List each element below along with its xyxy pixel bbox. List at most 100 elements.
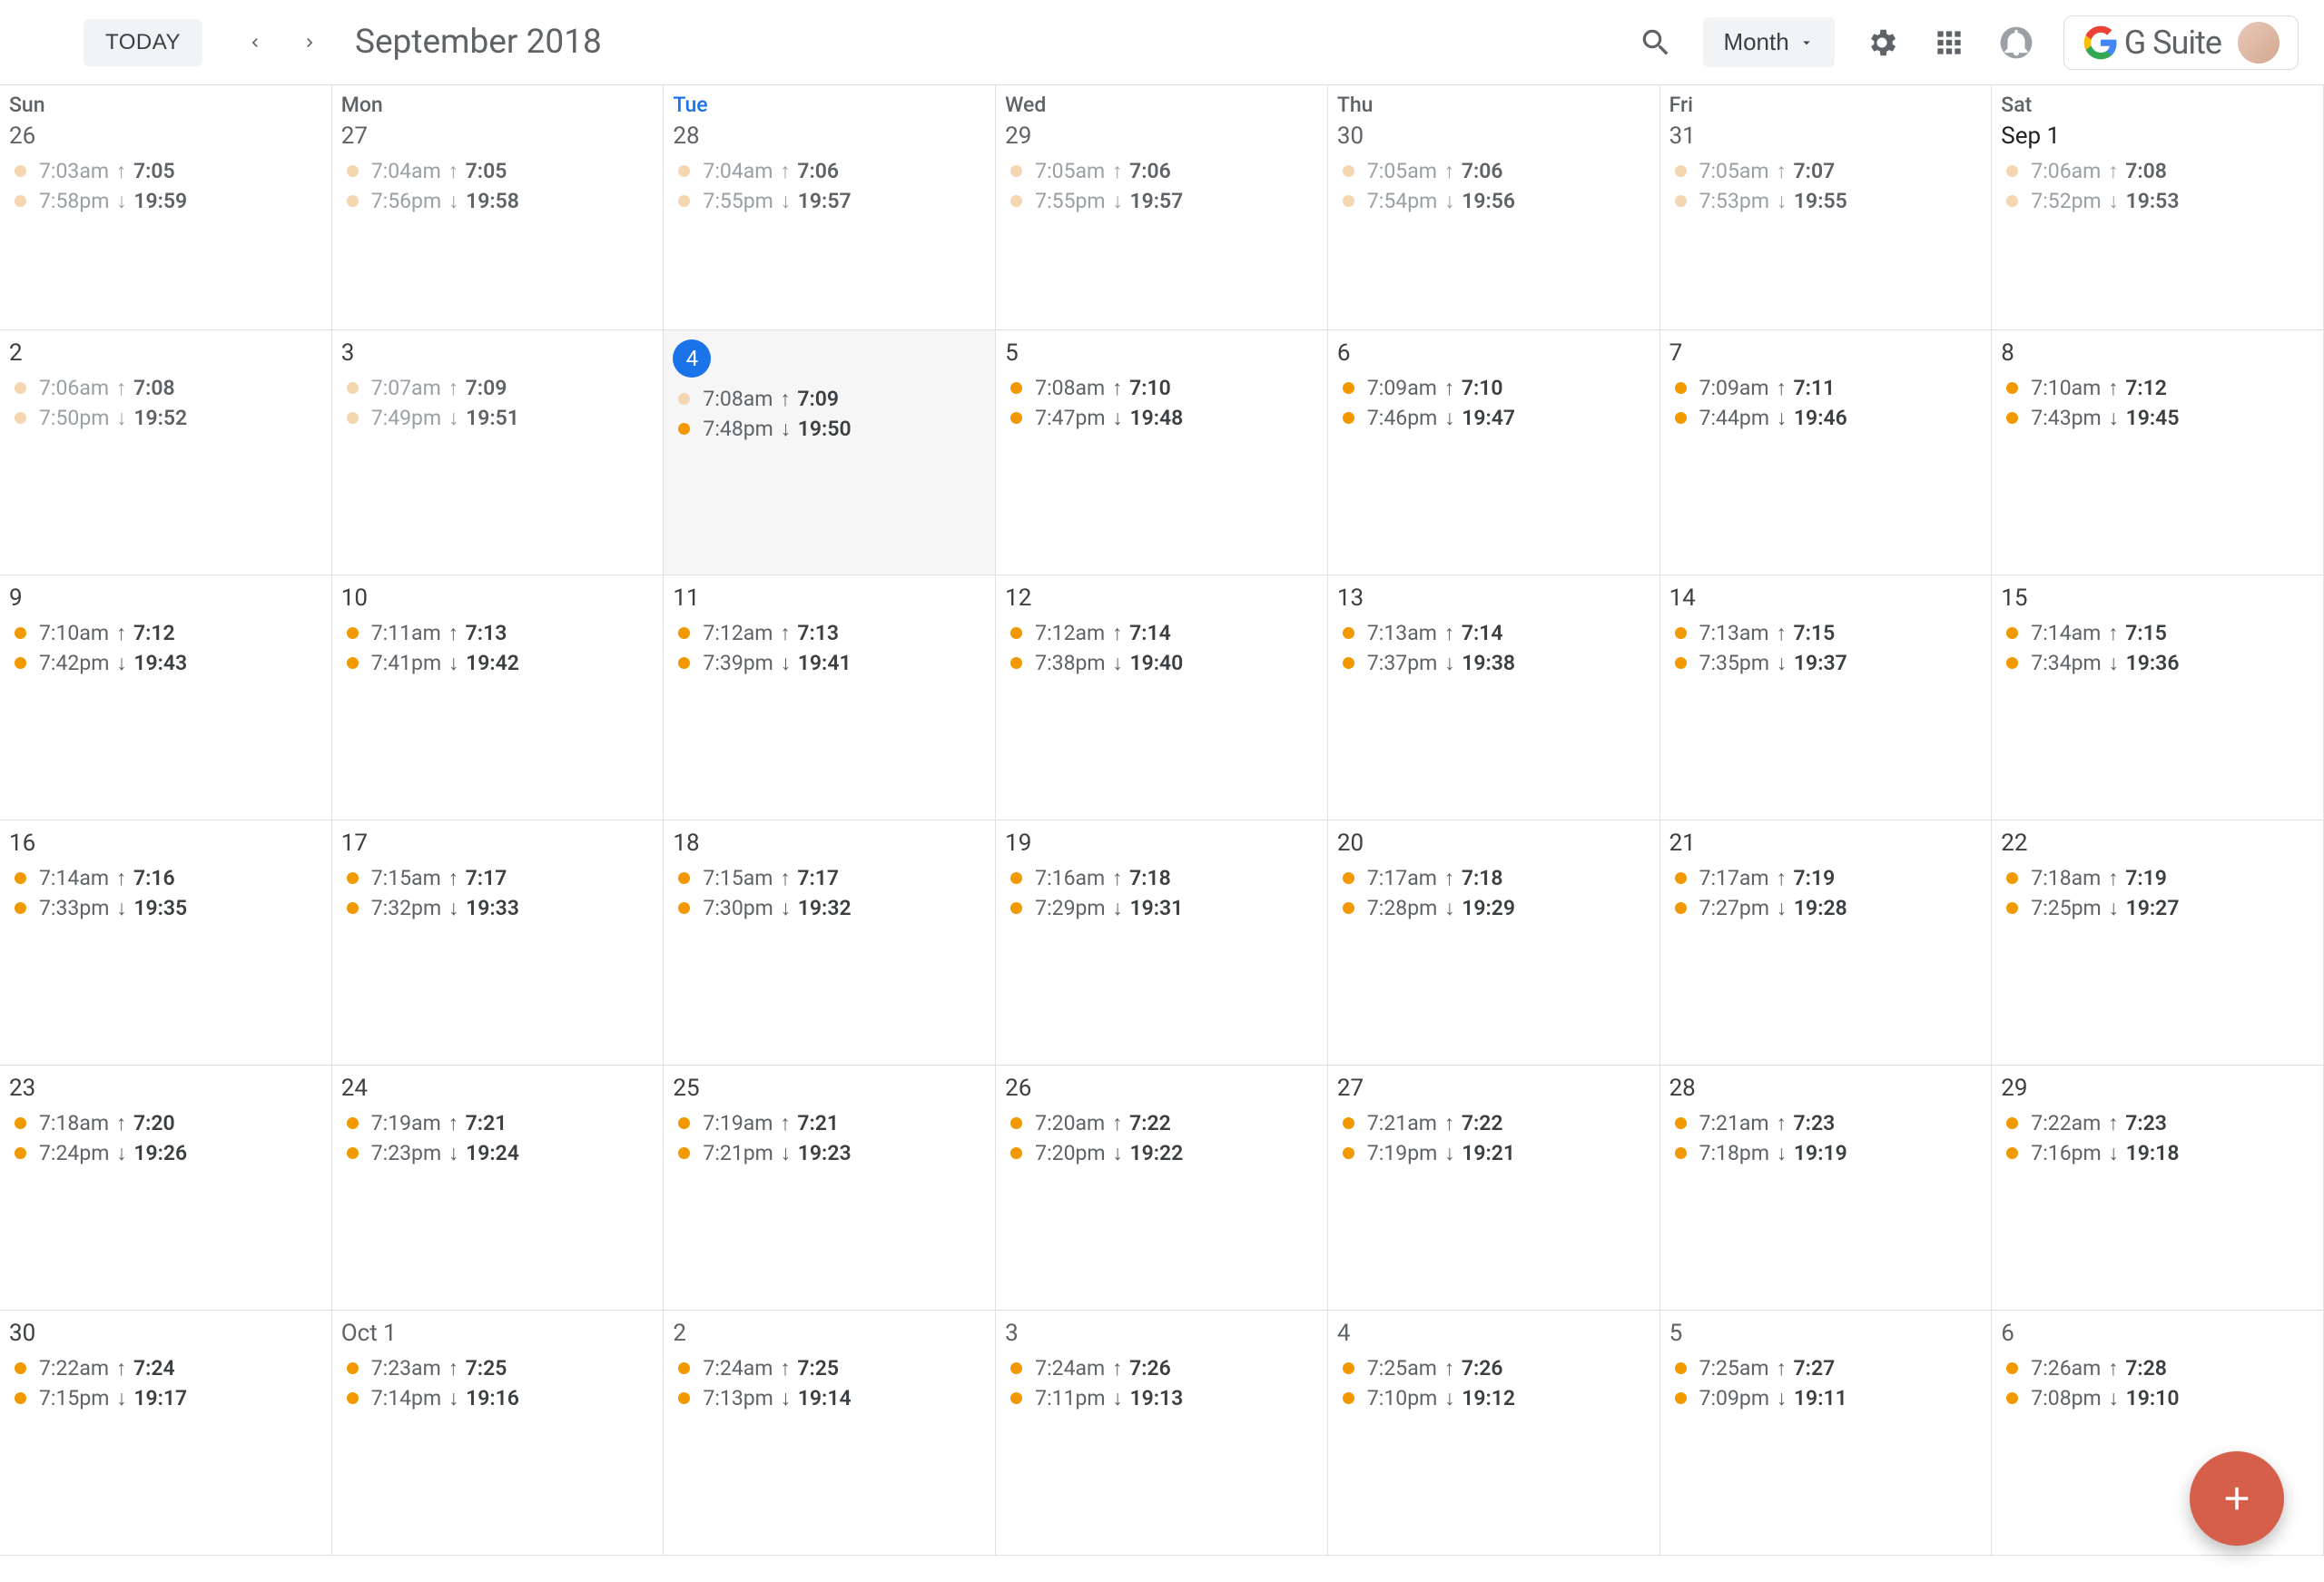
today-button[interactable]: TODAY <box>84 19 202 66</box>
event-row[interactable]: 7:12am ↑ 7:14 <box>1005 621 1318 645</box>
day-number[interactable]: 2 <box>9 339 23 367</box>
event-row[interactable]: 7:20pm ↓ 19:22 <box>1005 1141 1318 1165</box>
day-cell[interactable]: 167:14am ↑ 7:167:33pm ↓ 19:35 <box>0 820 332 1066</box>
event-row[interactable]: 7:24am ↑ 7:25 <box>673 1356 986 1381</box>
event-row[interactable]: 7:29pm ↓ 19:31 <box>1005 896 1318 920</box>
avatar[interactable] <box>2238 22 2280 64</box>
event-row[interactable]: 7:37pm ↓ 19:38 <box>1337 651 1650 675</box>
day-number[interactable]: 26 <box>9 123 35 150</box>
event-row[interactable]: 7:05am ↑ 7:07 <box>1669 159 1983 183</box>
event-row[interactable]: 7:55pm ↓ 19:57 <box>1005 189 1318 213</box>
day-cell[interactable]: 247:19am ↑ 7:217:23pm ↓ 19:24 <box>332 1066 665 1311</box>
event-row[interactable]: 7:15pm ↓ 19:17 <box>9 1386 322 1410</box>
event-row[interactable]: 7:13am ↑ 7:15 <box>1669 621 1983 645</box>
day-cell[interactable]: 137:13am ↑ 7:147:37pm ↓ 19:38 <box>1328 575 1660 820</box>
day-number[interactable]: 6 <box>1337 339 1351 367</box>
day-cell[interactable]: Sun267:03am ↑ 7:057:58pm ↓ 19:59 <box>0 85 332 330</box>
day-number[interactable]: 25 <box>673 1075 699 1102</box>
event-row[interactable]: 7:18am ↑ 7:20 <box>9 1111 322 1135</box>
day-number[interactable]: 9 <box>9 585 23 612</box>
day-number[interactable]: 30 <box>9 1320 35 1347</box>
day-cell[interactable]: Mon277:04am ↑ 7:057:56pm ↓ 19:58 <box>332 85 665 330</box>
day-cell[interactable]: 25 7:19am ↑ 7:21 7:21pm ↓ 19:23 <box>664 1066 996 1311</box>
day-number[interactable]: Sep 1 <box>2001 123 2060 150</box>
day-cell[interactable]: 117:12am ↑ 7:137:39pm ↓ 19:41 <box>664 575 996 820</box>
day-number[interactable]: Oct 1 <box>341 1320 397 1347</box>
apps-button[interactable] <box>1929 23 1969 63</box>
event-row[interactable]: 7:08am ↑ 7:09 <box>673 387 986 411</box>
day-cell[interactable]: Oct 17:23am ↑ 7:257:14pm ↓ 19:16 <box>332 1311 665 1556</box>
event-row[interactable]: 7:26am ↑ 7:28 <box>2001 1356 2314 1381</box>
event-row[interactable]: 7:08am ↑ 7:10 <box>1005 376 1318 400</box>
event-row[interactable]: 7:50pm ↓ 19:52 <box>9 406 322 430</box>
notifications-button[interactable] <box>1996 23 2036 63</box>
day-number[interactable]: 5 <box>1669 1320 1683 1347</box>
event-row[interactable]: 7:38pm ↓ 19:40 <box>1005 651 1318 675</box>
event-row[interactable]: 7:10am ↑ 7:12 <box>9 621 322 645</box>
day-cell[interactable]: 267:20am ↑ 7:227:20pm ↓ 19:22 <box>996 1066 1328 1311</box>
day-number[interactable]: 26 <box>1005 1075 1031 1102</box>
day-cell[interactable]: 107:11am ↑ 7:137:41pm ↓ 19:42 <box>332 575 665 820</box>
next-button[interactable] <box>290 23 330 63</box>
day-number[interactable]: 29 <box>1005 123 1031 150</box>
day-number[interactable]: 8 <box>2001 339 2014 367</box>
search-button[interactable] <box>1636 23 1676 63</box>
day-number[interactable]: 17 <box>341 830 368 857</box>
event-row[interactable]: 7:09am ↑ 7:10 <box>1337 376 1650 400</box>
event-row[interactable]: 7:03am ↑ 7:05 <box>9 159 322 183</box>
day-cell[interactable]: 237:18am ↑ 7:207:24pm ↓ 19:26 <box>0 1066 332 1311</box>
event-row[interactable]: 7:39pm ↓ 19:41 <box>673 651 986 675</box>
day-cell[interactable]: 177:15am ↑ 7:177:32pm ↓ 19:33 <box>332 820 665 1066</box>
event-row[interactable]: 7:07am ↑ 7:09 <box>341 376 655 400</box>
day-number[interactable]: 28 <box>673 123 699 150</box>
event-row[interactable]: 7:19pm ↓ 19:21 <box>1337 1141 1650 1165</box>
day-cell[interactable]: 307:22am ↑ 7:247:15pm ↓ 19:17 <box>0 1311 332 1556</box>
day-number[interactable]: 3 <box>341 339 355 367</box>
day-cell[interactable]: 77:09am ↑ 7:117:44pm ↓ 19:46 <box>1660 330 1993 575</box>
event-row[interactable]: 7:25am ↑ 7:26 <box>1337 1356 1650 1381</box>
event-row[interactable]: 7:34pm ↓ 19:36 <box>2001 651 2314 675</box>
day-cell[interactable]: 27:24am ↑ 7:257:13pm ↓ 19:14 <box>664 1311 996 1556</box>
day-cell[interactable]: 97:10am ↑ 7:127:42pm ↓ 19:43 <box>0 575 332 820</box>
day-cell[interactable]: Fri317:05am ↑ 7:077:53pm ↓ 19:55 <box>1660 85 1993 330</box>
event-row[interactable]: 7:09pm ↓ 19:11 <box>1669 1386 1983 1410</box>
view-selector[interactable]: Month <box>1703 17 1834 67</box>
event-row[interactable]: 7:21am ↑ 7:23 <box>1669 1111 1983 1135</box>
day-cell[interactable]: 37:07am ↑ 7:097:49pm ↓ 19:51 <box>332 330 665 575</box>
day-cell[interactable]: 297:22am ↑ 7:237:16pm ↓ 19:18 <box>1992 1066 2324 1311</box>
event-row[interactable]: 7:30pm ↓ 19:32 <box>673 896 986 920</box>
event-row[interactable]: 7:15am ↑ 7:17 <box>341 866 655 890</box>
day-number[interactable]: 10 <box>341 585 368 612</box>
day-number[interactable]: 29 <box>2001 1075 2027 1102</box>
event-row[interactable]: 7:58pm ↓ 19:59 <box>9 189 322 213</box>
day-cell[interactable]: 27:06am ↑ 7:087:50pm ↓ 19:52 <box>0 330 332 575</box>
event-row[interactable]: 7:15am ↑ 7:17 <box>673 866 986 890</box>
day-number[interactable]: 4 <box>1337 1320 1351 1347</box>
settings-button[interactable] <box>1862 23 1902 63</box>
event-row[interactable]: 7:46pm ↓ 19:47 <box>1337 406 1650 430</box>
day-cell[interactable]: 37:24am ↑ 7:267:11pm ↓ 19:13 <box>996 1311 1328 1556</box>
event-row[interactable]: 7:23am ↑ 7:25 <box>341 1356 655 1381</box>
day-number[interactable]: 2 <box>673 1320 686 1347</box>
event-row[interactable]: 7:19am ↑ 7:21 <box>341 1111 655 1135</box>
event-row[interactable]: 7:09am ↑ 7:11 <box>1669 376 1983 400</box>
day-number[interactable]: 20 <box>1337 830 1364 857</box>
event-row[interactable]: 7:25am ↑ 7:27 <box>1669 1356 1983 1381</box>
event-row[interactable]: 7:10am ↑ 7:12 <box>2001 376 2314 400</box>
event-row[interactable]: 7:53pm ↓ 19:55 <box>1669 189 1983 213</box>
event-row[interactable]: 7:12am ↑ 7:13 <box>673 621 986 645</box>
event-row[interactable]: 7:24pm ↓ 19:26 <box>9 1141 322 1165</box>
event-row[interactable]: 7:16am ↑ 7:18 <box>1005 866 1318 890</box>
day-cell[interactable]: Wed297:05am ↑ 7:067:55pm ↓ 19:57 <box>996 85 1328 330</box>
create-event-fab[interactable] <box>2190 1451 2284 1546</box>
day-cell[interactable]: 287:21am ↑ 7:237:18pm ↓ 19:19 <box>1660 1066 1993 1311</box>
day-number[interactable]: 16 <box>9 830 35 857</box>
day-cell[interactable]: 157:14am ↑ 7:157:34pm ↓ 19:36 <box>1992 575 2324 820</box>
event-row[interactable]: 7:16pm ↓ 19:18 <box>2001 1141 2314 1165</box>
day-number[interactable]: 6 <box>2001 1320 2014 1347</box>
day-cell[interactable]: 5 7:25am ↑ 7:27 7:09pm ↓ 19:11 <box>1660 1311 1993 1556</box>
event-row[interactable]: 7:21pm ↓ 19:23 <box>673 1141 986 1165</box>
event-row[interactable]: 7:19am ↑ 7:21 <box>673 1111 986 1135</box>
event-row[interactable]: 7:23pm ↓ 19:24 <box>341 1141 655 1165</box>
event-row[interactable]: 7:18pm ↓ 19:19 <box>1669 1141 1983 1165</box>
